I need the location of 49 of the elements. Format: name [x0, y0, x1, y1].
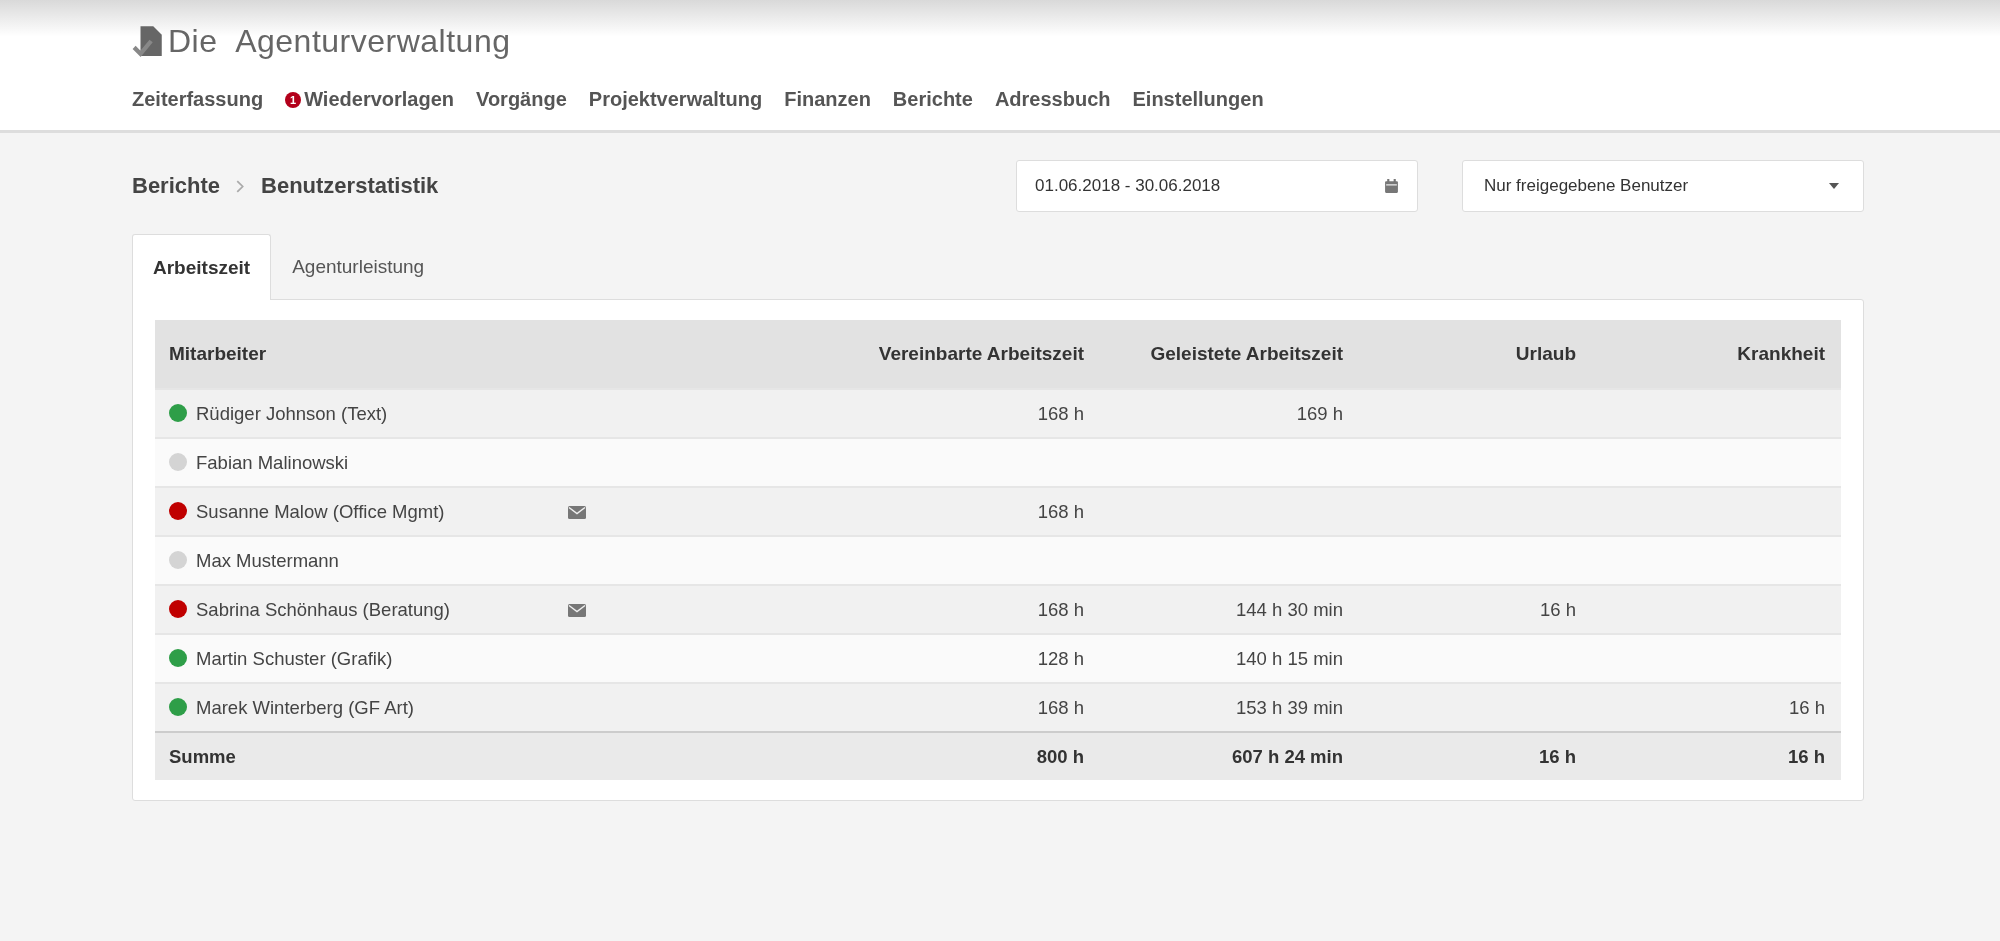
table-cell: 128 h	[1037, 647, 1084, 669]
total-cell: 16 h	[1538, 745, 1576, 767]
calendar-icon	[1384, 178, 1399, 194]
envelope-icon[interactable]	[568, 603, 586, 617]
envelope-icon[interactable]	[568, 505, 586, 519]
total-cell: 16 h	[1787, 745, 1825, 767]
employee-name: Susanne Malow (Office Mgmt)	[196, 501, 446, 524]
breadcrumb-current: Benutzerstatistik	[261, 173, 439, 199]
table-cell: 168 h	[1037, 402, 1084, 424]
table-cell: 144 h 30 min	[1236, 598, 1343, 620]
employee-name: Martin Schuster (Grafik)	[196, 648, 394, 671]
table-cell: 168 h	[1037, 696, 1084, 718]
table-cell: 16 h	[1789, 696, 1825, 718]
tab[interactable]: Arbeitszeit	[132, 234, 272, 300]
column-header: Mitarbeiter	[155, 320, 783, 389]
nav-link[interactable]: 1 Wiedervorlagen	[285, 88, 455, 111]
nav-link[interactable]: Vorgänge	[476, 88, 567, 111]
chevron-right-icon	[236, 179, 246, 193]
column-header: Vereinbarte Arbeitszeit	[783, 320, 1100, 389]
table-cell: 168 h	[1037, 598, 1084, 620]
total-cell: 800 h	[1036, 745, 1084, 767]
nav-link[interactable]: Finanzen	[784, 88, 871, 111]
table-cell: 153 h 39 min	[1236, 696, 1343, 718]
table-cell: 169 h	[1296, 402, 1343, 424]
table-cell: 16 h	[1540, 598, 1576, 620]
nav-link[interactable]: Berichte	[892, 88, 973, 111]
nav-link[interactable]: Adressbuch	[994, 88, 1111, 111]
user-filter-dropdown[interactable]: Nur freigegebene Benutzer	[1462, 160, 1864, 212]
app-title: Die Agenturverwaltung	[168, 22, 511, 60]
nav-link[interactable]: Projektverwaltung	[588, 88, 763, 111]
column-header: Krankheit	[1592, 320, 1841, 389]
column-header: Geleistete Arbeitszeit	[1100, 320, 1359, 389]
nav-link[interactable]: Zeiterfassung	[132, 88, 264, 111]
total-label: Summe	[169, 745, 236, 767]
employee-name: Marek Winterberg (GF Art)	[196, 697, 415, 720]
employee-name: Sabrina Schönhaus (Beratung)	[196, 599, 452, 622]
column-header: Urlaub	[1359, 320, 1592, 389]
breadcrumb-link[interactable]: Berichte	[132, 173, 221, 199]
date-range-field[interactable]: 01.06.2018 - 30.06.2018	[1016, 160, 1418, 212]
table-cell: 168 h	[1037, 500, 1084, 522]
employee-name: Max Mustermann	[196, 550, 340, 573]
notification-badge: 1	[285, 91, 302, 108]
table-cell: 140 h 15 min	[1236, 647, 1343, 669]
tab[interactable]: Agenturleistung	[271, 233, 446, 299]
nav-link[interactable]: Einstellungen	[1132, 88, 1264, 111]
employee-name: Fabian Malinowski	[196, 452, 350, 475]
employee-name: Rüdiger Johnson (Text)	[196, 403, 389, 426]
caret-icon	[1829, 183, 1839, 189]
total-cell: 607 h 24 min	[1231, 745, 1343, 767]
